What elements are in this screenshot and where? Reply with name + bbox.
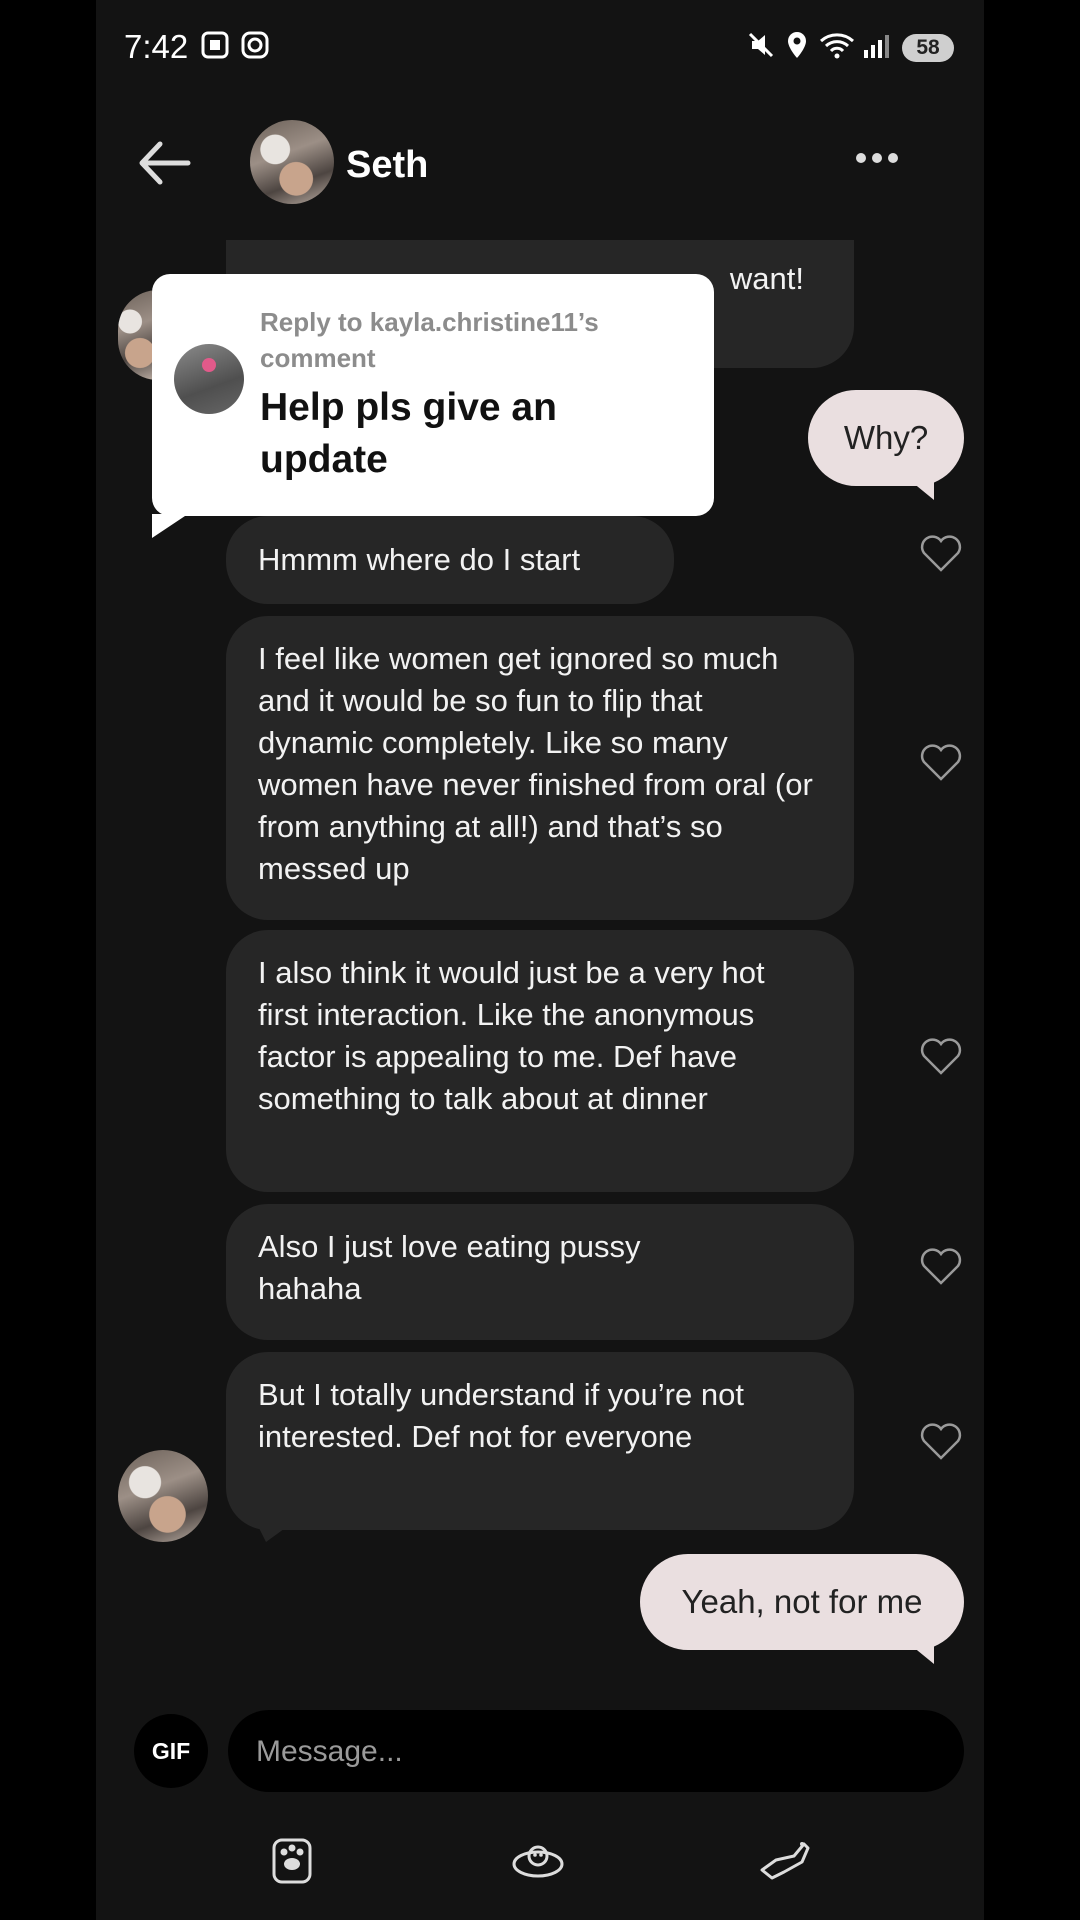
message-text: Hmmm where do I start: [258, 542, 581, 577]
contact-name[interactable]: Seth: [346, 144, 428, 187]
reply-comment-card[interactable]: Reply to kayla.christine11’s comment Hel…: [152, 274, 714, 538]
bed-icon[interactable]: [508, 1830, 568, 1890]
wifi-icon: [820, 33, 854, 59]
heart-icon[interactable]: [918, 1420, 964, 1462]
chat-header: Seth: [96, 110, 984, 220]
message-text: I feel like women get ignored so much an…: [258, 641, 813, 886]
chat-screen: 7:42 58 Seth want! Why? Reply to kayla.c…: [96, 0, 984, 1920]
back-arrow-icon[interactable]: [134, 138, 194, 188]
message-text: But I totally understand if you’re not i…: [258, 1377, 744, 1454]
status-time: 7:42: [124, 28, 189, 65]
instagram-icon: [241, 31, 269, 59]
message-text: Why?: [843, 419, 929, 456]
sent-message-bubble[interactable]: Yeah, not for me: [640, 1554, 964, 1664]
cat-jump-icon[interactable]: [756, 1830, 816, 1890]
received-message-bubble[interactable]: I also think it would just be a very hot…: [226, 930, 854, 1192]
heart-icon[interactable]: [918, 741, 964, 783]
paw-icon[interactable]: [266, 1830, 326, 1890]
heart-icon[interactable]: [918, 532, 964, 574]
contact-avatar[interactable]: [250, 120, 334, 204]
commenter-avatar: [174, 344, 244, 414]
heart-icon[interactable]: [918, 1035, 964, 1077]
received-message-bubble[interactable]: I feel like women get ignored so much an…: [226, 616, 854, 920]
screenshot-icon: [201, 31, 229, 59]
received-message-bubble[interactable]: Also I just love eating pussy hahaha: [226, 1204, 854, 1340]
sender-avatar[interactable]: [118, 1450, 208, 1542]
signal-icon: [864, 35, 889, 58]
message-input[interactable]: [254, 1710, 938, 1794]
message-text: Also I just love eating pussy hahaha: [258, 1229, 641, 1306]
reply-to-label: Reply to kayla.christine11’s comment: [260, 307, 599, 373]
bottom-tab-bar: [96, 1830, 984, 1900]
message-text: want!: [729, 261, 804, 296]
gif-button[interactable]: GIF: [134, 1714, 208, 1788]
bubble-tail: [258, 1526, 288, 1542]
battery-indicator: 58: [902, 34, 954, 62]
message-text: I also think it would just be a very hot…: [258, 955, 765, 1116]
received-message-bubble[interactable]: But I totally understand if you’re not i…: [226, 1352, 854, 1530]
message-text: Yeah, not for me: [681, 1583, 923, 1620]
status-bar: 7:42 58: [96, 0, 984, 96]
heart-icon[interactable]: [918, 1245, 964, 1287]
more-icon[interactable]: [856, 150, 912, 170]
comment-text: Help pls give an update: [260, 386, 557, 481]
message-input-wrapper[interactable]: [228, 1710, 964, 1794]
message-composer: GIF: [96, 1710, 984, 1794]
mute-icon: [748, 32, 774, 58]
received-message-bubble[interactable]: Hmmm where do I start: [226, 516, 674, 604]
sent-message-bubble[interactable]: Why?: [808, 390, 964, 500]
location-icon: [788, 32, 806, 58]
